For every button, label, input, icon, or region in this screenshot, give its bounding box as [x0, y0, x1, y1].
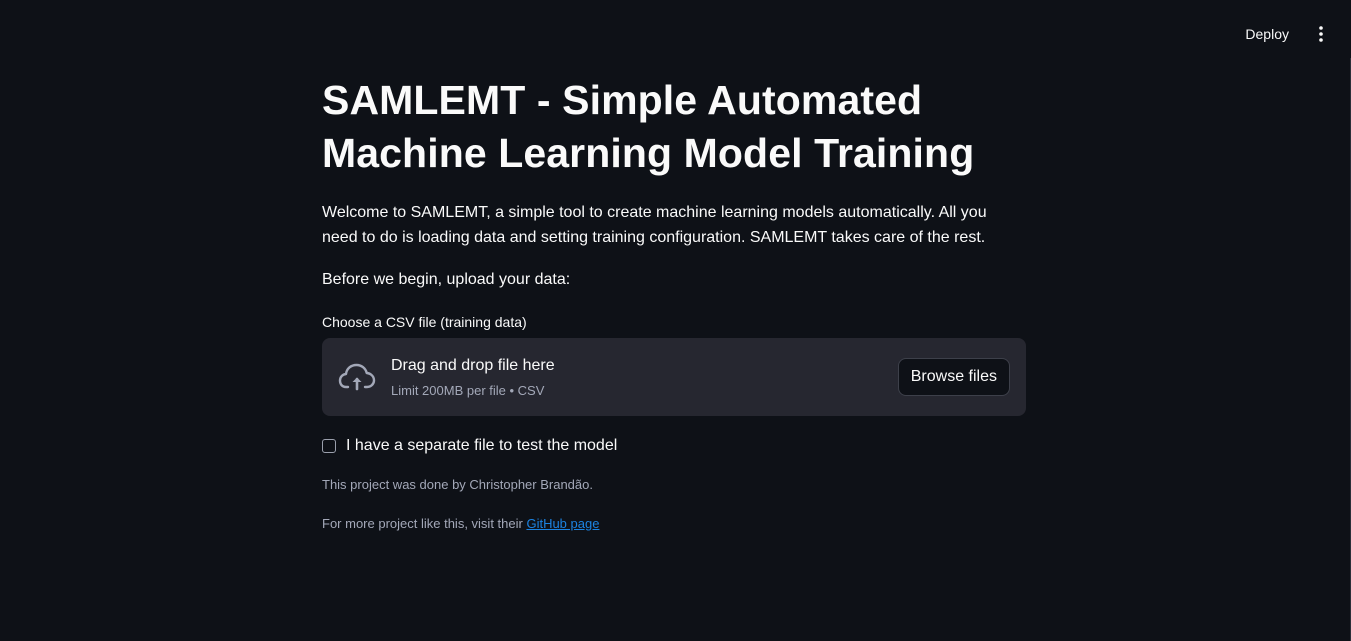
more-projects-prefix: For more project like this, visit their — [322, 516, 527, 531]
header-toolbar: Deploy — [1237, 22, 1331, 46]
more-projects-text: For more project like this, visit their … — [322, 515, 1026, 533]
browse-files-button[interactable]: Browse files — [897, 358, 1010, 396]
app-root: Deploy SAMLEMT - Simple Automated Machin… — [0, 0, 1351, 641]
github-page-link[interactable]: GitHub page — [526, 516, 599, 531]
credit-text: This project was done by Christopher Bra… — [322, 477, 593, 492]
test-file-checkbox-row[interactable]: I have a separate file to test the model — [322, 436, 1026, 456]
test-file-checkbox-label[interactable]: I have a separate file to test the model — [346, 436, 617, 456]
vertical-ellipsis-icon — [1319, 26, 1323, 42]
main-content: SAMLEMT - Simple Automated Machine Learn… — [322, 74, 1026, 533]
cloud-upload-icon — [338, 363, 376, 391]
test-file-checkbox[interactable] — [322, 439, 336, 453]
page-title: SAMLEMT - Simple Automated Machine Learn… — [322, 77, 975, 176]
file-dropzone[interactable]: Drag and drop file here Limit 200MB per … — [322, 338, 1026, 416]
dropzone-limit: Limit 200MB per file • CSV — [391, 383, 545, 398]
dropzone-instructions: Drag and drop file here — [391, 357, 555, 374]
intro-text: Welcome to SAMLEMT, a simple tool to cre… — [322, 204, 987, 246]
main-menu-button[interactable] — [1311, 22, 1331, 46]
deploy-button[interactable]: Deploy — [1237, 22, 1297, 46]
file-uploader-label: Choose a CSV file (training data) — [322, 314, 527, 330]
upload-prompt: Before we begin, upload your data: — [322, 271, 571, 288]
